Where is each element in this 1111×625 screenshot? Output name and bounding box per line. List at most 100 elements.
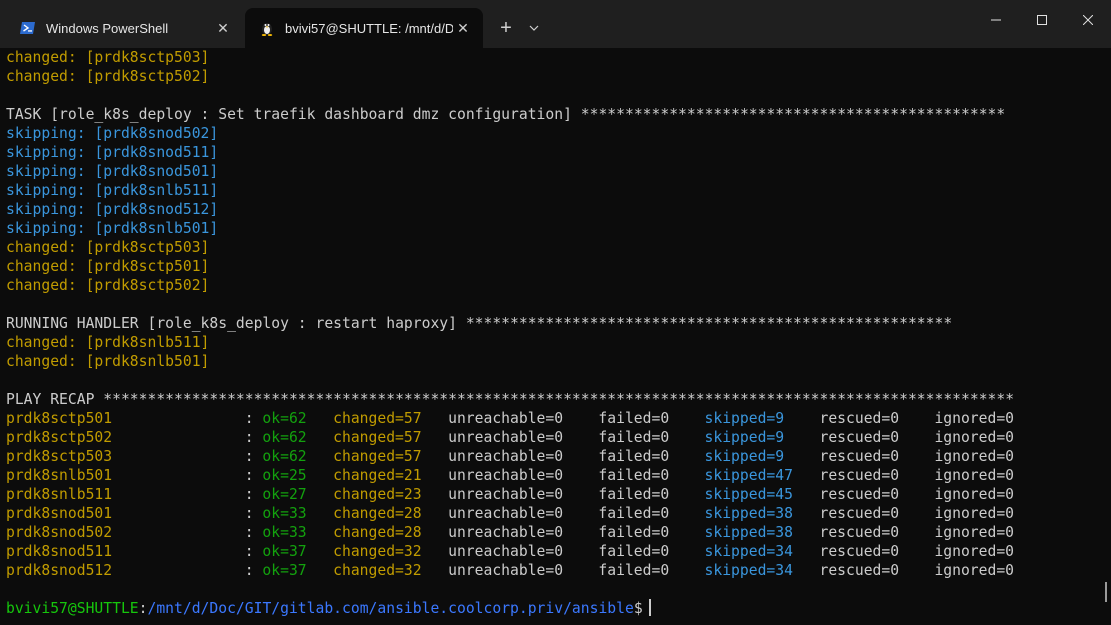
recap-host: prdk8snod502	[6, 524, 113, 541]
tab-title: Windows PowerShell	[46, 20, 169, 36]
log-host: [prdk8snod502]	[94, 125, 219, 142]
recap-host: prdk8sctp503	[6, 448, 113, 465]
recap-failed: failed=0	[598, 562, 670, 579]
recap-host: prdk8sctp501	[6, 410, 113, 427]
scrollbar-thumb[interactable]	[1105, 582, 1107, 602]
terminal-output[interactable]: changed: [prdk8sctp503] changed: [prdk8sc…	[6, 48, 1101, 625]
recap-unreachable: unreachable=0	[448, 429, 564, 446]
recap-host: prdk8snlb501	[6, 467, 113, 484]
log-line: skipping: [prdk8snod511]	[6, 143, 1101, 162]
close-window-button[interactable]	[1065, 0, 1111, 40]
recap-row: prdk8snlb511: ok=27 changed=23 unreachable…	[6, 485, 1101, 504]
log-host: [prdk8snlb501]	[85, 353, 210, 370]
recap-skipped: skipped=47	[704, 467, 793, 484]
maximize-button[interactable]	[1019, 0, 1065, 40]
minimize-icon	[991, 19, 1001, 21]
maximize-icon	[1037, 15, 1047, 25]
recap-rescued: rescued=0	[819, 486, 900, 503]
close-tab-icon[interactable]: ✕	[213, 18, 233, 38]
log-line: changed: [prdk8snlb511]	[6, 333, 1101, 352]
recap-skipped: skipped=34	[704, 562, 793, 579]
recap-row: prdk8sctp502: ok=62 changed=57 unreachable…	[6, 428, 1101, 447]
close-tab-icon[interactable]: ✕	[453, 18, 473, 38]
recap-ok: ok=27	[262, 486, 307, 503]
recap-rescued: rescued=0	[819, 410, 900, 427]
recap-ok: ok=62	[262, 448, 307, 465]
log-status: skipping:	[6, 220, 95, 237]
recap-row: prdk8snod502: ok=33 changed=28 unreachable…	[6, 523, 1101, 542]
linux-penguin-icon	[259, 20, 275, 36]
log-host: [prdk8sctp503]	[85, 239, 210, 256]
recap-unreachable: unreachable=0	[448, 467, 564, 484]
recap-ignored: ignored=0	[934, 448, 1015, 465]
tab-windows-powershell[interactable]: Windows PowerShell ✕	[6, 8, 243, 48]
recap-skipped: skipped=45	[704, 486, 793, 503]
log-status: changed:	[6, 68, 86, 85]
chevron-down-icon	[529, 25, 539, 31]
recap-ignored: ignored=0	[934, 562, 1015, 579]
recap-host: prdk8snod501	[6, 505, 113, 522]
log-status: changed:	[6, 334, 86, 351]
recap-changed: changed=57	[333, 429, 422, 446]
log-host: [prdk8sctp503]	[85, 49, 210, 66]
recap-row: prdk8snod511: ok=37 changed=32 unreachable…	[6, 542, 1101, 561]
recap-header-text: PLAY RECAP *****************************…	[6, 391, 1015, 408]
log-line: skipping: [prdk8snlb501]	[6, 219, 1101, 238]
recap-ok: ok=62	[262, 429, 307, 446]
recap-colon: :	[244, 524, 263, 541]
recap-changed: changed=28	[333, 505, 422, 522]
recap-ignored: ignored=0	[934, 429, 1015, 446]
log-line: changed: [prdk8sctp501]	[6, 257, 1101, 276]
recap-changed: changed=57	[333, 410, 422, 427]
recap-rescued: rescued=0	[819, 562, 900, 579]
log-line: changed: [prdk8sctp502]	[6, 67, 1101, 86]
recap-ignored: ignored=0	[934, 505, 1015, 522]
recap-colon: :	[244, 429, 263, 446]
log-line: skipping: [prdk8snlb511]	[6, 181, 1101, 200]
recap-header: PLAY RECAP *****************************…	[6, 390, 1101, 409]
log-line: changed: [prdk8sctp503]	[6, 238, 1101, 257]
task-header: TASK [role_k8s_deploy : Set traefik dash…	[6, 105, 1101, 124]
recap-unreachable: unreachable=0	[448, 524, 564, 541]
log-status: skipping:	[6, 182, 95, 199]
recap-rescued: rescued=0	[819, 448, 900, 465]
recap-ignored: ignored=0	[934, 524, 1015, 541]
log-status: changed:	[6, 353, 86, 370]
log-status: skipping:	[6, 125, 95, 142]
recap-unreachable: unreachable=0	[448, 486, 564, 503]
tab-dropdown-button[interactable]	[521, 13, 547, 43]
tab-wsl-shell[interactable]: bvivi57@SHUTTLE: /mnt/d/Dc ✕	[245, 8, 483, 48]
recap-failed: failed=0	[598, 467, 670, 484]
minimize-button[interactable]	[973, 0, 1019, 40]
recap-host: prdk8snod512	[6, 562, 113, 579]
recap-failed: failed=0	[598, 429, 670, 446]
recap-ok: ok=25	[262, 467, 307, 484]
recap-colon: :	[244, 543, 263, 560]
recap-rescued: rescued=0	[819, 543, 900, 560]
recap-failed: failed=0	[598, 543, 670, 560]
log-status: changed:	[6, 277, 86, 294]
recap-host: prdk8snlb511	[6, 486, 113, 503]
log-line: skipping: [prdk8snod502]	[6, 124, 1101, 143]
recap-ignored: ignored=0	[934, 467, 1015, 484]
recap-failed: failed=0	[598, 505, 670, 522]
prompt-separator: :	[138, 600, 148, 617]
recap-row: prdk8snlb501: ok=25 changed=21 unreachable…	[6, 466, 1101, 485]
recap-changed: changed=32	[333, 562, 422, 579]
recap-failed: failed=0	[598, 410, 670, 427]
recap-unreachable: unreachable=0	[448, 505, 564, 522]
log-status: changed:	[6, 239, 86, 256]
log-line: changed: [prdk8sctp503]	[6, 48, 1101, 67]
recap-ignored: ignored=0	[934, 543, 1015, 560]
handler-header: RUNNING HANDLER [role_k8s_deploy : resta…	[6, 314, 1101, 333]
recap-skipped: skipped=38	[704, 524, 793, 541]
recap-skipped: skipped=34	[704, 543, 793, 560]
recap-colon: :	[244, 448, 263, 465]
new-tab-button[interactable]: +	[491, 13, 521, 43]
recap-skipped: skipped=9	[704, 448, 785, 465]
log-host: [prdk8snlb511]	[94, 182, 219, 199]
